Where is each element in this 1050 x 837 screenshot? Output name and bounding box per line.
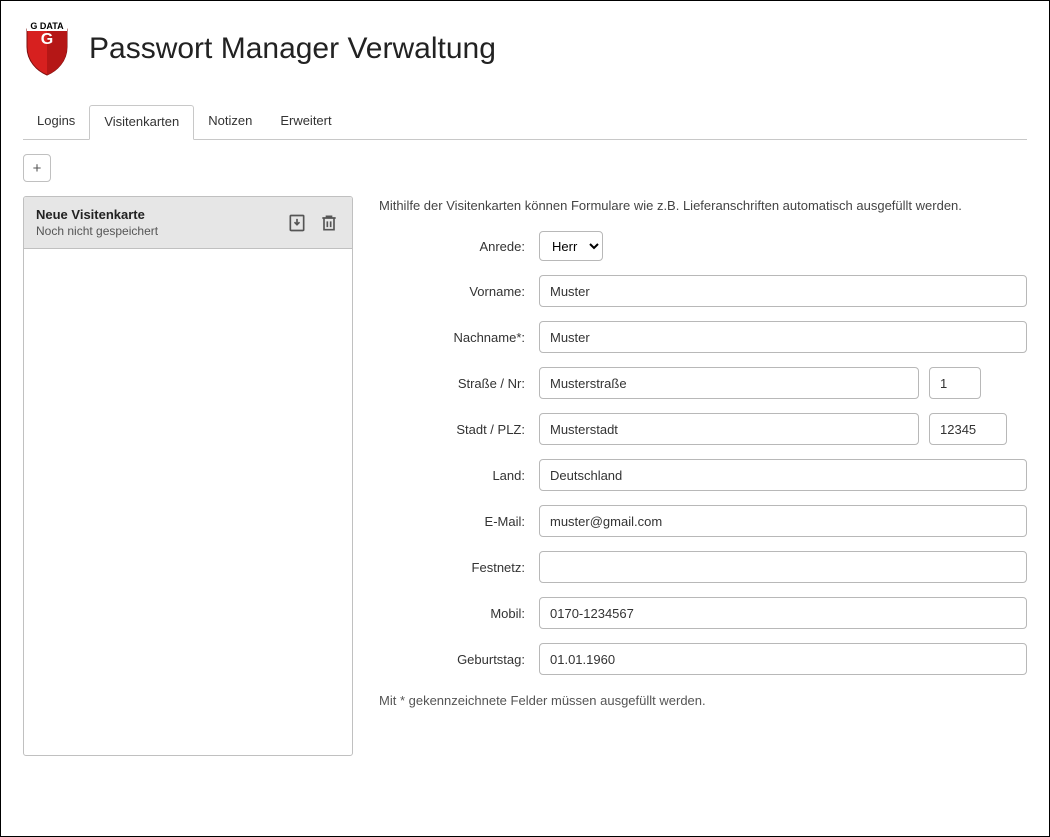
tab-logins[interactable]: Logins (23, 105, 89, 139)
input-strasse[interactable] (539, 367, 919, 399)
form-area: Mithilfe der Visitenkarten können Formul… (379, 196, 1027, 756)
svg-text:G: G (41, 31, 53, 48)
select-anrede[interactable]: Herr (539, 231, 603, 261)
tab-notizen[interactable]: Notizen (194, 105, 266, 139)
add-button[interactable]: + (23, 154, 51, 182)
input-festnetz[interactable] (539, 551, 1027, 583)
card-list-item-text: Neue Visitenkarte Noch nicht gespeichert (36, 207, 158, 238)
input-nachname[interactable] (539, 321, 1027, 353)
input-geburtstag[interactable] (539, 643, 1027, 675)
tab-visitenkarten[interactable]: Visitenkarten (89, 105, 194, 140)
label-nachname: Nachname*: (379, 330, 539, 345)
header: G G DATA Passwort Manager Verwaltung (23, 21, 1027, 77)
card-item-subtitle: Noch nicht gespeichert (36, 224, 158, 238)
input-vorname[interactable] (539, 275, 1027, 307)
card-list-item[interactable]: Neue Visitenkarte Noch nicht gespeichert (24, 197, 352, 249)
input-mobil[interactable] (539, 597, 1027, 629)
label-strasse: Straße / Nr: (379, 376, 539, 391)
delete-icon[interactable] (318, 212, 340, 234)
label-stadt: Stadt / PLZ: (379, 422, 539, 437)
page-title: Passwort Manager Verwaltung (89, 32, 496, 66)
svg-text:G DATA: G DATA (30, 21, 64, 31)
app-window: G G DATA Passwort Manager Verwaltung Log… (0, 0, 1050, 837)
label-mobil: Mobil: (379, 606, 539, 621)
card-item-actions (286, 212, 340, 234)
label-geburtstag: Geburtstag: (379, 652, 539, 667)
card-list: Neue Visitenkarte Noch nicht gespeichert (23, 196, 353, 756)
required-footnote: Mit * gekennzeichnete Felder müssen ausg… (379, 693, 1027, 708)
help-text: Mithilfe der Visitenkarten können Formul… (379, 198, 1027, 213)
label-email: E-Mail: (379, 514, 539, 529)
save-icon[interactable] (286, 212, 308, 234)
label-anrede: Anrede: (379, 239, 539, 254)
tab-erweitert[interactable]: Erweitert (266, 105, 345, 139)
input-hausnr[interactable] (929, 367, 981, 399)
card-item-title: Neue Visitenkarte (36, 207, 158, 222)
gdata-logo: G G DATA (23, 21, 71, 77)
label-vorname: Vorname: (379, 284, 539, 299)
label-festnetz: Festnetz: (379, 560, 539, 575)
tab-bar: Logins Visitenkarten Notizen Erweitert (23, 105, 1027, 140)
label-land: Land: (379, 468, 539, 483)
input-stadt[interactable] (539, 413, 919, 445)
input-email[interactable] (539, 505, 1027, 537)
input-land[interactable] (539, 459, 1027, 491)
content: Neue Visitenkarte Noch nicht gespeichert (23, 196, 1027, 756)
input-plz[interactable] (929, 413, 1007, 445)
sidebar: Neue Visitenkarte Noch nicht gespeichert (23, 196, 353, 756)
